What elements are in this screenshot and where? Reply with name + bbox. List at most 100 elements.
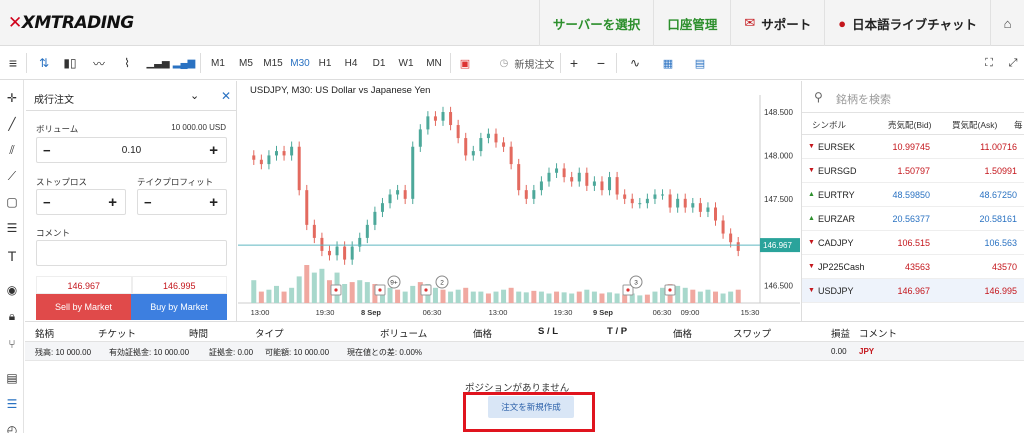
candle-body xyxy=(608,177,612,191)
volume-bar xyxy=(675,285,681,303)
watchlist-row[interactable]: ▲ EURTRY 48.59850 48.67250 xyxy=(802,183,1024,207)
stoploss-increase-button[interactable]: + xyxy=(108,194,117,211)
home-button[interactable]: ⌂ xyxy=(990,0,1024,46)
candle-body xyxy=(441,112,445,121)
volume-icon[interactable]: ▁▃▅ xyxy=(146,54,169,72)
watchlist-row[interactable]: ▼ CADJPY 106.515 106.563 xyxy=(802,231,1024,255)
tf-mn[interactable]: MN xyxy=(422,54,446,72)
history-icon[interactable]: ◴ xyxy=(2,420,22,433)
menu-icon[interactable]: ≡ xyxy=(2,54,24,72)
symbol-name: JP225Cash xyxy=(818,262,865,272)
volume-bar xyxy=(273,285,279,303)
tick-volume-icon[interactable]: ▂▄▆ xyxy=(173,54,195,72)
trendline-icon[interactable]: ╱ xyxy=(2,114,22,134)
col-current-price[interactable]: 価格 xyxy=(673,326,692,340)
chart-canvas[interactable]: 148.500 148.000 147.500 146.500 146.967 13:00… xyxy=(238,81,800,321)
account-management-link[interactable]: 口座管理 xyxy=(653,0,730,46)
server-select-link[interactable]: サーバーを選択 xyxy=(538,0,653,46)
candle-body xyxy=(388,194,392,204)
watchlist-row[interactable]: ▲ EURZAR 20.56377 20.58161 xyxy=(802,207,1024,231)
tf-h1[interactable]: H1 xyxy=(314,54,336,72)
tf-m30[interactable]: M30 xyxy=(287,54,313,72)
shapes-icon[interactable]: ▢ xyxy=(2,192,22,212)
col-profit[interactable]: 損益 xyxy=(831,326,850,340)
candle-body xyxy=(433,116,437,121)
col-swap[interactable]: スワップ xyxy=(733,326,771,340)
tf-h4[interactable]: H4 xyxy=(340,54,362,72)
fullscreen-icon[interactable]: ⤢ xyxy=(1004,54,1022,72)
zoom-in-icon[interactable]: + xyxy=(565,54,583,72)
takeprofit-decrease-button[interactable]: − xyxy=(144,195,152,210)
tf-d1[interactable]: D1 xyxy=(368,54,390,72)
col-symbol[interactable]: 銘柄 xyxy=(35,326,54,340)
stoploss-decrease-button[interactable]: − xyxy=(43,195,51,210)
watchlist-row[interactable]: ▼ USDJPY 146.967 146.995 xyxy=(802,279,1024,303)
candlestick-icon[interactable]: ▮▯ xyxy=(60,54,80,72)
volume-bar xyxy=(531,290,537,303)
support-link[interactable]: ✉ サポート xyxy=(730,0,824,46)
xm-logo[interactable]: ✕XMTRADING xyxy=(8,13,134,33)
new-order-button[interactable]: ◷ 新規注文 xyxy=(486,54,568,72)
col-price[interactable]: 価格 xyxy=(473,326,492,340)
pitchfork-icon[interactable]: ⟋ xyxy=(2,166,22,186)
oneclick-trading-icon[interactable]: ▣ xyxy=(456,54,474,72)
order-type-select[interactable]: 成行注文 xyxy=(34,91,74,106)
close-icon[interactable]: ✕ xyxy=(221,89,231,103)
screenshot-icon[interactable]: ⛶ xyxy=(979,54,999,72)
volume-stepper[interactable]: − 0.10 + xyxy=(36,137,227,163)
channel-icon[interactable]: ⫽ xyxy=(2,140,22,160)
comment-field[interactable] xyxy=(36,240,227,266)
watchlist-row[interactable]: ▼ JP225Cash 43563 43570 xyxy=(802,255,1024,279)
col-tp[interactable]: T / P xyxy=(607,326,627,337)
lock-icon[interactable]: 🔒︎ xyxy=(2,306,22,326)
account-currency: JPY xyxy=(859,347,875,356)
tf-m15[interactable]: M15 xyxy=(260,54,286,72)
trade-panel-icon[interactable]: ▤ xyxy=(2,368,22,388)
takeprofit-stepper[interactable]: − + xyxy=(137,189,227,215)
tf-w1[interactable]: W1 xyxy=(395,54,417,72)
chevron-down-icon[interactable]: ⌄ xyxy=(190,89,199,102)
col-type[interactable]: タイプ xyxy=(255,326,284,340)
eye-icon[interactable]: ◉ xyxy=(2,280,22,300)
col-sl[interactable]: S / L xyxy=(538,326,558,337)
col-volume[interactable]: ボリューム xyxy=(380,326,427,340)
watchlist-row[interactable]: ▼ EURSEK 10.99745 11.00716 xyxy=(802,135,1024,159)
search-placeholder[interactable]: 銘柄を検索 xyxy=(836,91,891,107)
buy-by-market-button[interactable]: Buy by Market xyxy=(131,294,227,320)
live-chat-link[interactable]: ● 日本語ライブチャット xyxy=(824,0,990,46)
takeprofit-increase-button[interactable]: + xyxy=(209,194,218,211)
text-tool-icon[interactable]: T xyxy=(2,246,22,266)
crosshair-icon[interactable]: ✛ xyxy=(2,88,22,108)
object-tree-icon[interactable]: ⑂ xyxy=(2,334,22,354)
watchlist-row[interactable]: ▼ EURSGD 1.50797 1.50991 xyxy=(802,159,1024,183)
symbol-search[interactable]: ⚲ 銘柄を検索 xyxy=(802,81,1024,113)
volume-bar xyxy=(258,291,264,303)
symbol-name: CADJPY xyxy=(818,238,854,248)
bar-chart-type-icon[interactable]: ⇅ xyxy=(34,54,54,72)
volume-value[interactable]: 0.10 xyxy=(37,145,226,156)
col-comment[interactable]: コメント xyxy=(859,326,897,340)
price-chart[interactable]: USDJPY, M30: US Dollar vs Japanese Yen 1… xyxy=(238,81,800,321)
area-chart-icon[interactable]: ⌇ xyxy=(116,54,138,72)
volume-bar xyxy=(697,291,703,303)
calendar-icon[interactable]: ▦ xyxy=(658,54,678,72)
line-chart-icon[interactable]: 〰 xyxy=(88,54,110,72)
tf-m5[interactable]: M5 xyxy=(234,54,258,72)
col-symbol[interactable]: シンボル xyxy=(812,119,846,131)
col-ticket[interactable]: チケット xyxy=(98,326,136,340)
sell-by-market-button[interactable]: Sell by Market xyxy=(36,294,131,320)
col-bid[interactable]: 売気配(Bid) xyxy=(888,119,931,131)
symbol-name: EURSEK xyxy=(818,142,856,152)
event-marker-dot xyxy=(334,288,338,292)
col-time[interactable]: 時間 xyxy=(189,326,208,340)
positions-list-icon[interactable]: ☰ xyxy=(2,394,22,414)
templates-icon[interactable]: ▤ xyxy=(690,54,710,72)
fibonacci-icon[interactable]: ☰ xyxy=(2,218,22,238)
col-ask[interactable]: 買気配(Ask) xyxy=(952,119,997,131)
volume-increase-button[interactable]: + xyxy=(209,142,218,159)
indicators-icon[interactable]: ∿ xyxy=(624,54,646,72)
col-extra[interactable]: 毎 xyxy=(1014,119,1023,131)
zoom-out-icon[interactable]: − xyxy=(592,54,610,72)
tf-m1[interactable]: M1 xyxy=(206,54,230,72)
stoploss-stepper[interactable]: − + xyxy=(36,189,126,215)
